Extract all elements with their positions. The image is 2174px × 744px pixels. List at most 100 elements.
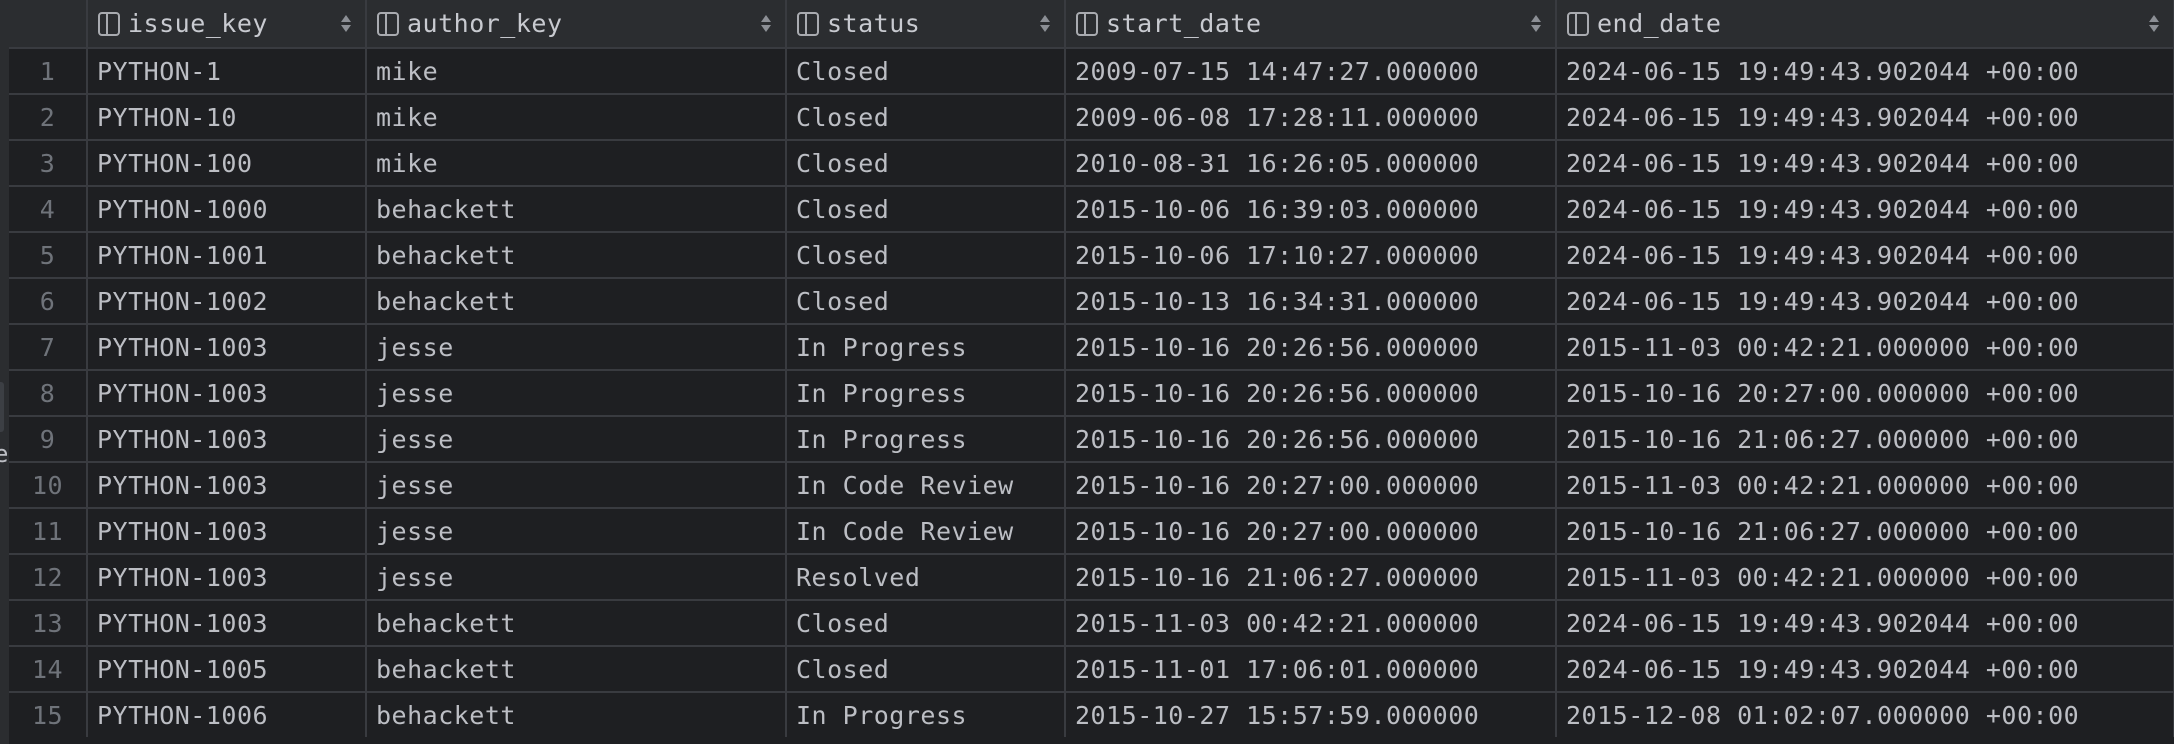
author-key-cell[interactable]: jesse <box>366 324 787 371</box>
status-cell[interactable]: In Progress <box>786 692 1066 737</box>
issue-key-cell[interactable]: PYTHON-1003 <box>87 462 367 509</box>
issue-key-cell[interactable]: PYTHON-1 <box>87 48 367 95</box>
table-row[interactable]: 14 PYTHON-1005 behackett Closed 2015-11-01 1… <box>9 646 2174 693</box>
table-row[interactable]: 11 PYTHON-1003 jesse In Code Review 2015-10-… <box>9 508 2174 555</box>
sort-icon[interactable] <box>341 15 351 32</box>
start-date-cell[interactable]: 2015-10-16 20:26:56.000000 <box>1065 324 1557 371</box>
issue-key-cell[interactable]: PYTHON-1003 <box>87 324 367 371</box>
author-key-cell[interactable]: jesse <box>366 416 787 463</box>
issue-key-cell[interactable]: PYTHON-1000 <box>87 186 367 233</box>
author-key-cell[interactable]: mike <box>366 48 787 95</box>
issue-key-cell[interactable]: PYTHON-1006 <box>87 692 367 737</box>
status-cell[interactable]: Closed <box>786 94 1066 141</box>
table-row[interactable]: 12 PYTHON-1003 jesse Resolved 2015-10-16 21:… <box>9 554 2174 601</box>
panel-scroll-thumb[interactable] <box>0 382 4 432</box>
table-row[interactable]: 4 PYTHON-1000 behackett Closed 2015-10-06 16… <box>9 186 2174 233</box>
table-row[interactable]: 13 PYTHON-1003 behackett Closed 2015-11-03 0… <box>9 600 2174 647</box>
start-date-cell[interactable]: 2009-07-15 14:47:27.000000 <box>1065 48 1557 95</box>
status-cell[interactable]: Closed <box>786 186 1066 233</box>
issue-key-cell[interactable]: PYTHON-1005 <box>87 646 367 693</box>
author-key-cell[interactable]: mike <box>366 140 787 187</box>
author-key-cell[interactable]: behackett <box>366 600 787 647</box>
status-cell[interactable]: In Code Review <box>786 462 1066 509</box>
start-date-cell[interactable]: 2009-06-08 17:28:11.000000 <box>1065 94 1557 141</box>
sort-icon[interactable] <box>2149 15 2159 32</box>
start-date-cell[interactable]: 2015-10-16 21:06:27.000000 <box>1065 554 1557 601</box>
issue-key-cell[interactable]: PYTHON-1002 <box>87 278 367 325</box>
start-date-cell[interactable]: 2015-11-03 00:42:21.000000 <box>1065 600 1557 647</box>
issue-key-cell[interactable]: PYTHON-10 <box>87 94 367 141</box>
author-key-cell[interactable]: jesse <box>366 554 787 601</box>
table-row[interactable]: 7 PYTHON-1003 jesse In Progress 2015-10-16 2… <box>9 324 2174 371</box>
status-cell[interactable]: In Progress <box>786 370 1066 417</box>
author-key-cell[interactable]: mike <box>366 94 787 141</box>
issue-key-cell[interactable]: PYTHON-1001 <box>87 232 367 279</box>
end-date-cell[interactable]: 2024-06-15 19:49:43.902044 +00:00 <box>1556 140 2174 187</box>
end-date-cell[interactable]: 2015-10-16 21:06:27.000000 +00:00 <box>1556 416 2174 463</box>
status-cell[interactable]: Closed <box>786 48 1066 95</box>
status-cell[interactable]: In Progress <box>786 416 1066 463</box>
status-cell[interactable]: Closed <box>786 232 1066 279</box>
issue-key-cell[interactable]: PYTHON-1003 <box>87 508 367 555</box>
start-date-cell[interactable]: 2015-10-16 20:27:00.000000 <box>1065 462 1557 509</box>
end-date-cell[interactable]: 2015-12-08 01:02:07.000000 +00:00 <box>1556 692 2174 737</box>
author-key-cell[interactable]: jesse <box>366 370 787 417</box>
status-cell[interactable]: Closed <box>786 140 1066 187</box>
status-cell[interactable]: Closed <box>786 278 1066 325</box>
issue-key-cell[interactable]: PYTHON-1003 <box>87 416 367 463</box>
author-key-cell[interactable]: jesse <box>366 508 787 555</box>
sort-icon[interactable] <box>761 15 771 32</box>
table-row[interactable]: 3 PYTHON-100 mike Closed 2010-08-31 16:26:05… <box>9 140 2174 187</box>
start-date-cell[interactable]: 2015-10-16 20:27:00.000000 <box>1065 508 1557 555</box>
table-row[interactable]: 9 PYTHON-1003 jesse In Progress 2015-10-16 2… <box>9 416 2174 463</box>
issue-key-cell[interactable]: PYTHON-1003 <box>87 370 367 417</box>
end-date-cell[interactable]: 2024-06-15 19:49:43.902044 +00:00 <box>1556 646 2174 693</box>
table-row[interactable]: 8 PYTHON-1003 jesse In Progress 2015-10-16 2… <box>9 370 2174 417</box>
sort-icon[interactable] <box>1040 15 1050 32</box>
sort-icon[interactable] <box>1531 15 1541 32</box>
end-date-cell[interactable]: 2015-10-16 20:27:00.000000 +00:00 <box>1556 370 2174 417</box>
status-cell[interactable]: Resolved <box>786 554 1066 601</box>
end-date-cell[interactable]: 2024-06-15 19:49:43.902044 +00:00 <box>1556 94 2174 141</box>
start-date-cell[interactable]: 2010-08-31 16:26:05.000000 <box>1065 140 1557 187</box>
table-row[interactable]: 5 PYTHON-1001 behackett Closed 2015-10-06 17… <box>9 232 2174 279</box>
column-header-status[interactable]: status <box>786 0 1066 49</box>
status-cell[interactable]: In Progress <box>786 324 1066 371</box>
column-header-start-date[interactable]: start_date <box>1065 0 1557 49</box>
table-row[interactable]: 10 PYTHON-1003 jesse In Code Review 2015-10-… <box>9 462 2174 509</box>
status-cell[interactable]: Closed <box>786 646 1066 693</box>
status-cell[interactable]: In Code Review <box>786 508 1066 555</box>
row-number-header[interactable] <box>9 0 88 49</box>
end-date-cell[interactable]: 2024-06-15 19:49:43.902044 +00:00 <box>1556 600 2174 647</box>
start-date-cell[interactable]: 2015-10-13 16:34:31.000000 <box>1065 278 1557 325</box>
column-header-issue-key[interactable]: issue_key <box>87 0 367 49</box>
end-date-cell[interactable]: 2024-06-15 19:49:43.902044 +00:00 <box>1556 48 2174 95</box>
author-key-cell[interactable]: behackett <box>366 646 787 693</box>
table-row[interactable]: 1 PYTHON-1 mike Closed 2009-07-15 14:47:27.0… <box>9 48 2174 95</box>
column-header-author-key[interactable]: author_key <box>366 0 787 49</box>
start-date-cell[interactable]: 2015-10-16 20:26:56.000000 <box>1065 416 1557 463</box>
status-cell[interactable]: Closed <box>786 600 1066 647</box>
author-key-cell[interactable]: behackett <box>366 186 787 233</box>
issue-key-cell[interactable]: PYTHON-1003 <box>87 554 367 601</box>
start-date-cell[interactable]: 2015-10-06 16:39:03.000000 <box>1065 186 1557 233</box>
table-row[interactable]: 6 PYTHON-1002 behackett Closed 2015-10-13 16… <box>9 278 2174 325</box>
issue-key-cell[interactable]: PYTHON-100 <box>87 140 367 187</box>
end-date-cell[interactable]: 2015-10-16 21:06:27.000000 +00:00 <box>1556 508 2174 555</box>
end-date-cell[interactable]: 2015-11-03 00:42:21.000000 +00:00 <box>1556 324 2174 371</box>
start-date-cell[interactable]: 2015-10-16 20:26:56.000000 <box>1065 370 1557 417</box>
table-row[interactable]: 15 PYTHON-1006 behackett In Progress 2015-10… <box>9 692 2174 737</box>
end-date-cell[interactable]: 2024-06-15 19:49:43.902044 +00:00 <box>1556 278 2174 325</box>
author-key-cell[interactable]: behackett <box>366 278 787 325</box>
author-key-cell[interactable]: jesse <box>366 462 787 509</box>
column-header-end-date[interactable]: end_date <box>1556 0 2174 49</box>
start-date-cell[interactable]: 2015-11-01 17:06:01.000000 <box>1065 646 1557 693</box>
author-key-cell[interactable]: behackett <box>366 232 787 279</box>
end-date-cell[interactable]: 2015-11-03 00:42:21.000000 +00:00 <box>1556 554 2174 601</box>
end-date-cell[interactable]: 2015-11-03 00:42:21.000000 +00:00 <box>1556 462 2174 509</box>
start-date-cell[interactable]: 2015-10-27 15:57:59.000000 <box>1065 692 1557 737</box>
start-date-cell[interactable]: 2015-10-06 17:10:27.000000 <box>1065 232 1557 279</box>
author-key-cell[interactable]: behackett <box>366 692 787 737</box>
table-row[interactable]: 2 PYTHON-10 mike Closed 2009-06-08 17:28:11.… <box>9 94 2174 141</box>
end-date-cell[interactable]: 2024-06-15 19:49:43.902044 +00:00 <box>1556 232 2174 279</box>
